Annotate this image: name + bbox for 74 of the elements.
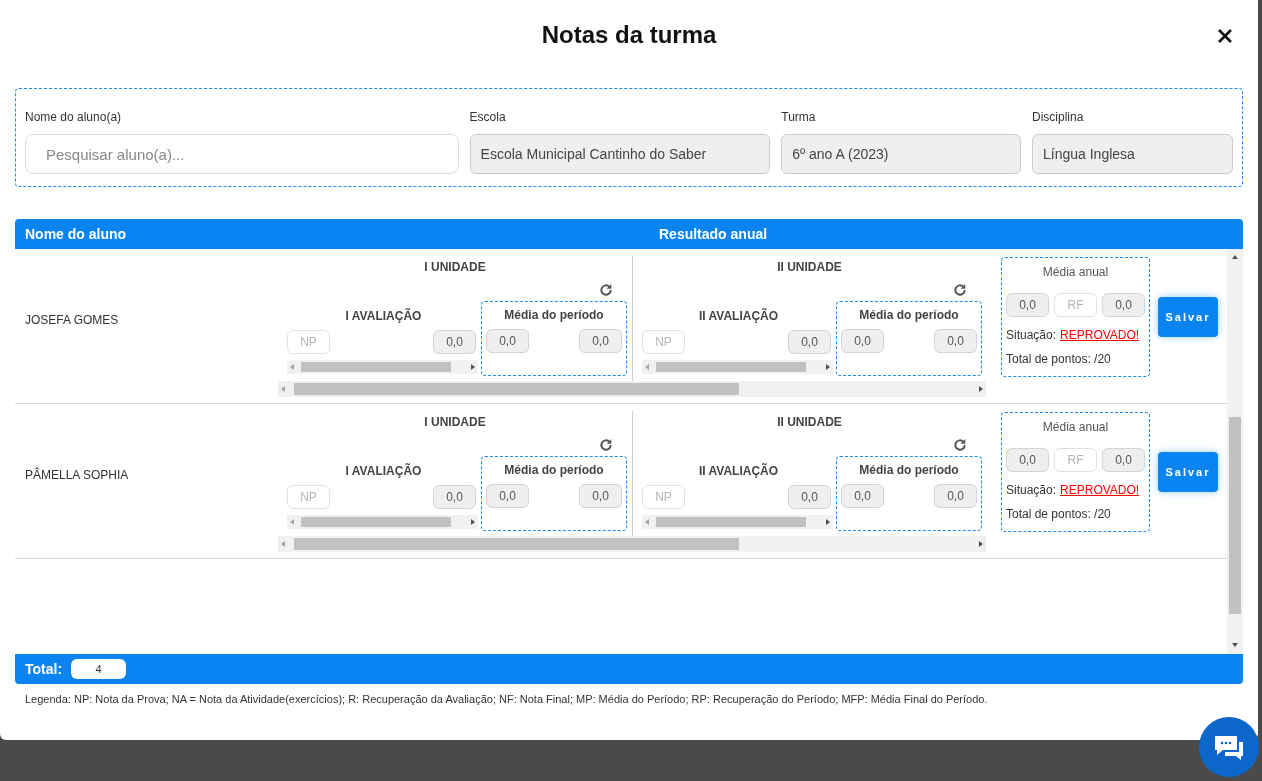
grade-input[interactable]: RF xyxy=(1054,293,1097,317)
grade-field[interactable]: 0,0 xyxy=(486,329,529,353)
readonly-field[interactable]: Língua Inglesa xyxy=(1032,134,1233,174)
status-label: Situação: xyxy=(1006,327,1057,344)
filter-label: Escola xyxy=(469,109,507,126)
readonly-field[interactable]: Escola Municipal Cantinho do Saber xyxy=(469,134,771,174)
grade-input[interactable]: RF xyxy=(1054,448,1097,472)
status-label: Situação: xyxy=(1006,482,1057,499)
grade-input[interactable]: NP xyxy=(642,330,685,354)
grade-field[interactable]: 0,0 xyxy=(934,329,977,353)
annual-average-title: Média anual xyxy=(1042,264,1109,281)
grade-field[interactable]: 0,0 xyxy=(433,330,476,354)
period-average-title: Média do período xyxy=(504,462,604,479)
evaluation-label: II AVALIAÇÃO xyxy=(698,307,779,325)
total-points: Total de pontos: /20 xyxy=(1006,351,1112,368)
total-points: Total de pontos: /20 xyxy=(1006,506,1112,523)
save-button[interactable]: Salvar xyxy=(1158,297,1218,337)
total-label: Total: xyxy=(25,659,63,679)
grade-field[interactable]: 0,0 xyxy=(841,329,884,353)
unit-title: II UNIDADE xyxy=(777,414,842,431)
refresh-icon[interactable] xyxy=(598,437,614,453)
grade-input[interactable]: NP xyxy=(642,485,685,509)
chat-icon xyxy=(1213,734,1245,760)
column-header: Nome do aluno xyxy=(25,224,128,244)
grade-field[interactable]: 0,0 xyxy=(934,484,977,508)
grade-field[interactable]: 0,0 xyxy=(433,485,476,509)
save-button[interactable]: Salvar xyxy=(1158,452,1218,492)
total-count: 4 xyxy=(71,659,127,679)
grade-field[interactable]: 0,0 xyxy=(1102,293,1145,317)
horizontal-scrollbar[interactable] xyxy=(642,360,833,374)
unit-title: I UNIDADE xyxy=(424,414,486,431)
horizontal-scrollbar[interactable] xyxy=(287,360,478,374)
column-header: Resultado anual xyxy=(659,224,768,244)
period-average-title: Média do período xyxy=(859,462,959,479)
refresh-icon[interactable] xyxy=(952,282,968,298)
grade-field[interactable]: 0,0 xyxy=(788,485,831,509)
student-name: PÂMELLA SOPHIA xyxy=(25,468,129,482)
readonly-field[interactable]: 6º ano A (2023) xyxy=(781,134,1021,174)
dialog-title: Notas da turma xyxy=(541,20,717,50)
refresh-icon[interactable] xyxy=(598,282,614,298)
evaluation-label: II AVALIAÇÃO xyxy=(698,462,779,480)
period-average-title: Média do período xyxy=(504,307,604,324)
student-name: JOSEFA GOMES xyxy=(25,313,119,327)
period-average-title: Média do período xyxy=(859,307,959,324)
grade-field[interactable]: 0,0 xyxy=(1006,448,1049,472)
status-text: REPROVADO! xyxy=(1060,327,1140,344)
refresh-icon[interactable] xyxy=(952,437,968,453)
close-icon[interactable] xyxy=(1217,28,1233,44)
grade-field[interactable]: 0,0 xyxy=(579,484,622,508)
chat-button[interactable] xyxy=(1199,717,1259,777)
vertical-scrollbar[interactable] xyxy=(1227,249,1243,654)
evaluation-label: I AVALIAÇÃO xyxy=(345,307,422,325)
grade-field[interactable]: 0,0 xyxy=(1102,448,1145,472)
unit-title: I UNIDADE xyxy=(424,259,486,276)
status-text: REPROVADO! xyxy=(1060,482,1140,499)
filter-label: Nome do aluno(a) xyxy=(25,109,123,126)
grade-input[interactable]: NP xyxy=(287,330,330,354)
horizontal-scrollbar[interactable] xyxy=(287,515,478,529)
horizontal-scrollbar[interactable] xyxy=(642,515,833,529)
grade-input[interactable]: NP xyxy=(287,485,330,509)
filter-label: Disciplina xyxy=(1032,109,1085,126)
horizontal-scrollbar[interactable] xyxy=(278,536,986,552)
evaluation-label: I AVALIAÇÃO xyxy=(345,462,422,480)
legend-text: Legenda: NP: Nota da Prova; NA = Nota da Atividade(exercícios); R: Recuperação da Avaliação; NF: Nota Final; MP: Média do Período; RP: Recuperação do Período; MFP: Média Final do Período. xyxy=(25,692,989,707)
grade-field[interactable]: 0,0 xyxy=(788,330,831,354)
grade-field[interactable]: 0,0 xyxy=(1006,293,1049,317)
grade-field[interactable]: 0,0 xyxy=(579,329,622,353)
grade-field[interactable]: 0,0 xyxy=(486,484,529,508)
grade-field[interactable]: 0,0 xyxy=(841,484,884,508)
filter-label: Turma xyxy=(781,109,817,126)
annual-average-title: Média anual xyxy=(1042,419,1109,436)
horizontal-scrollbar[interactable] xyxy=(278,381,986,397)
unit-title: II UNIDADE xyxy=(777,259,842,276)
search-field[interactable]: Pesquisar aluno(a)... xyxy=(25,134,459,174)
